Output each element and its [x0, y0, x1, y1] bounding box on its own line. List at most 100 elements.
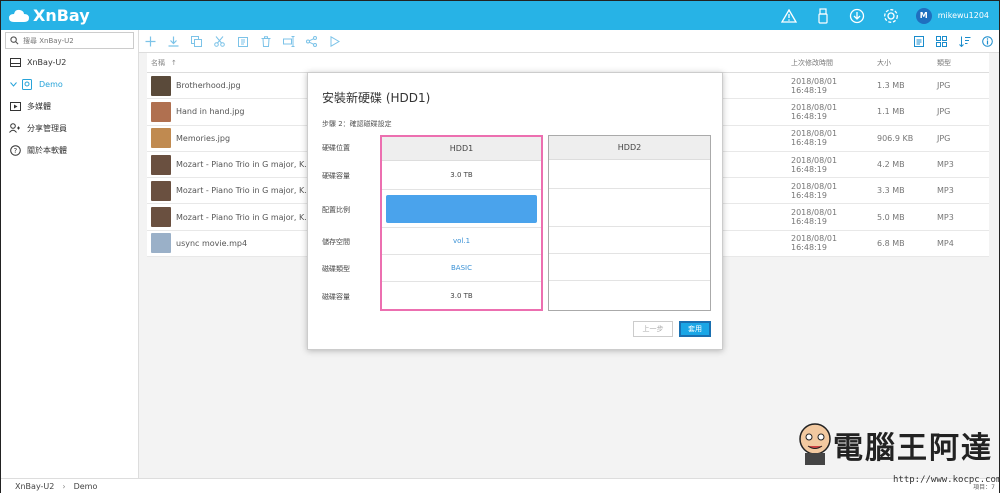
media-icon	[9, 100, 21, 112]
share-button[interactable]	[300, 30, 323, 52]
sidebar-item-demo[interactable]: Demo	[1, 73, 138, 95]
user-menu[interactable]: M mikewu1204	[915, 7, 989, 24]
file-date: 2018/08/01 16:48:19	[791, 76, 838, 95]
info-icon	[982, 35, 993, 47]
search-input[interactable]	[23, 36, 123, 45]
dialog-step: 步驟 2：確認磁碟設定	[322, 120, 392, 128]
scissors-icon	[214, 35, 225, 47]
sidebar-item-label: Demo	[39, 79, 63, 89]
file-thumbnail	[151, 75, 171, 96]
previous-button[interactable]: 上一步	[633, 321, 673, 337]
plus-icon	[145, 36, 156, 46]
hdd1-storage: vol.1	[382, 228, 541, 255]
delete-button[interactable]	[254, 30, 277, 52]
install-disk-dialog: 安裝新硬碟 (HDD1) 步驟 2：確認磁碟設定 硬碟位置 硬碟容量 配置比例 …	[307, 72, 723, 350]
sidebar: XnBay-U2 Demo 多媒體 分享管理員 ? 關於本軟體	[1, 30, 139, 478]
paste-button[interactable]	[231, 30, 254, 52]
file-date: 2018/08/01 16:48:19	[791, 234, 838, 253]
file-date: 2018/08/01 16:48:19	[791, 102, 838, 121]
file-name: Hand in hand.jpg	[176, 107, 245, 117]
hdd2-storage	[549, 227, 710, 254]
rename-icon	[282, 35, 294, 47]
cloud-icon	[9, 9, 29, 22]
usb-icon[interactable]	[806, 1, 840, 30]
file-date: 2018/08/01 16:48:19	[791, 155, 838, 174]
users-icon	[9, 122, 21, 134]
app-logo[interactable]: XnBay	[9, 6, 90, 25]
file-size: 1.3 MB	[877, 81, 905, 91]
play-icon	[330, 35, 340, 47]
sidebar-item-media[interactable]: 多媒體	[1, 95, 138, 117]
sidebar-item-share-manager[interactable]: 分享管理員	[1, 117, 138, 139]
search-icon	[10, 36, 19, 45]
warning-icon[interactable]	[772, 1, 806, 30]
hdd2-header: HDD2	[549, 136, 710, 160]
file-thumbnail	[151, 128, 171, 149]
cut-button[interactable]	[208, 30, 231, 52]
file-size: 5.0 MB	[877, 212, 905, 222]
label-ratio: 配置比例	[322, 206, 350, 214]
task-list-button[interactable]	[907, 30, 930, 52]
play-button[interactable]	[323, 30, 346, 52]
file-date: 2018/08/01 16:48:19	[791, 129, 838, 148]
header-size[interactable]: 大小	[873, 58, 933, 68]
header-name[interactable]: 名稱 ↑	[147, 58, 787, 68]
sidebar-device-label: XnBay-U2	[27, 57, 67, 67]
apply-button[interactable]: 套用	[679, 321, 711, 337]
copy-button[interactable]	[185, 30, 208, 52]
file-name: Mozart - Piano Trio in G major, K. 56	[176, 212, 320, 222]
breadcrumb-root[interactable]: XnBay-U2	[15, 482, 54, 491]
file-name: usync movie.mp4	[176, 238, 248, 248]
rename-button[interactable]	[277, 30, 300, 52]
watermark: 電腦王阿達 http://www.kocpc.com.tw	[797, 421, 1000, 493]
hdd2-column[interactable]: HDD2	[548, 135, 711, 311]
grid-icon	[936, 35, 947, 47]
sidebar-item-label: 關於本軟體	[27, 145, 67, 155]
help-icon: ?	[9, 144, 21, 156]
hdd1-disk-capacity: 3.0 TB	[450, 291, 473, 300]
file-type: MP3	[937, 186, 954, 196]
username: mikewu1204	[937, 11, 989, 20]
file-thumbnail	[151, 154, 171, 175]
hdd1-column[interactable]: HDD1 3.0 TB vol.1 BASIC 3.0 TB	[380, 135, 543, 311]
download-button[interactable]	[162, 30, 185, 52]
label-disk-size: 硬碟容量	[322, 172, 350, 180]
file-name: Memories.jpg	[176, 133, 231, 143]
sort-arrow-icon: ↑	[171, 58, 177, 67]
sidebar-device[interactable]: XnBay-U2	[1, 51, 138, 73]
sidebar-item-about[interactable]: ? 關於本軟體	[1, 139, 138, 161]
watermark-url: http://www.kocpc.com.tw	[893, 475, 1000, 485]
app-name: XnBay	[33, 6, 90, 25]
file-type: MP4	[937, 238, 954, 248]
file-date: 2018/08/01 16:48:19	[791, 181, 838, 200]
table-header: 名稱 ↑ 上次修改時間 大小 類型	[147, 53, 989, 73]
label-storage: 儲存空間	[322, 238, 350, 246]
info-button[interactable]	[976, 30, 999, 52]
hdd1-capacity: 3.0 TB	[382, 161, 541, 190]
hdd1-disk-type: BASIC	[382, 255, 541, 282]
file-name: Brotherhood.jpg	[176, 81, 241, 91]
hdd2-disk-capacity	[549, 281, 710, 308]
search-box[interactable]	[5, 32, 134, 49]
hdd2-capacity	[549, 160, 710, 189]
file-size: 1.1 MB	[877, 107, 905, 117]
gear-icon[interactable]	[874, 1, 908, 30]
breadcrumb-current[interactable]: Demo	[74, 482, 98, 491]
grid-view-button[interactable]	[930, 30, 953, 52]
file-name: Mozart - Piano Trio in G major, K. 56	[176, 160, 320, 170]
label-disk-location: 硬碟位置	[322, 144, 350, 152]
file-thumbnail	[151, 233, 171, 254]
file-thumbnail	[151, 207, 171, 228]
toolbar	[139, 30, 999, 52]
dialog-title: 安裝新硬碟 (HDD1)	[322, 91, 431, 105]
file-thumbnail	[151, 180, 171, 201]
sort-button[interactable]	[953, 30, 976, 52]
download-status-icon[interactable]	[840, 1, 874, 30]
avatar: M	[915, 7, 932, 24]
header-date[interactable]: 上次修改時間	[787, 58, 873, 68]
download-icon	[168, 36, 179, 47]
sidebar-item-label: 多媒體	[27, 101, 51, 111]
header-type[interactable]: 類型	[933, 58, 989, 68]
add-button[interactable]	[139, 30, 162, 52]
file-date: 2018/08/01 16:48:19	[791, 208, 838, 227]
